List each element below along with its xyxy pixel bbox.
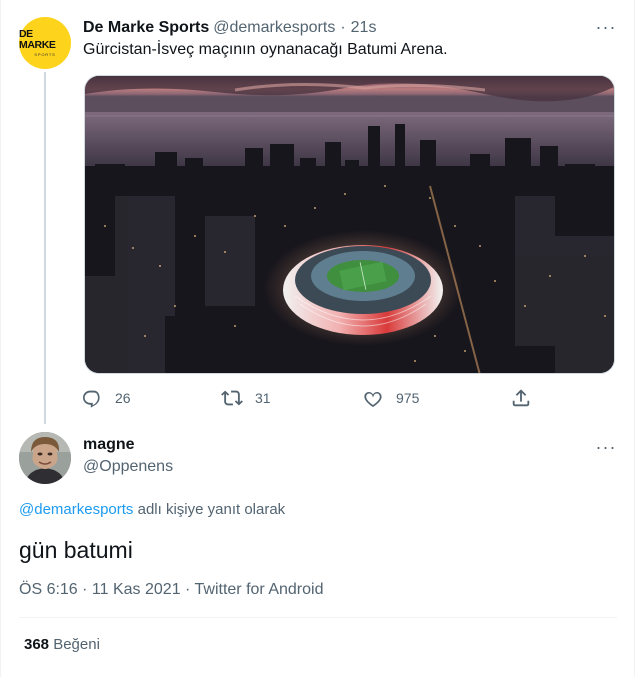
tweet-actions: 26 31 975 xyxy=(81,385,541,411)
retweet-button[interactable]: 31 xyxy=(221,385,271,411)
user-photo xyxy=(19,432,71,484)
like-count: 975 xyxy=(396,390,420,406)
like-button[interactable]: 975 xyxy=(362,385,419,411)
avatar-magne[interactable] xyxy=(19,432,71,484)
more-icon[interactable]: ··· xyxy=(592,16,620,38)
reply-mention-link[interactable]: @demarkesports xyxy=(19,501,133,518)
parent-display-name[interactable]: De Marke Sports xyxy=(83,19,209,37)
more-icon[interactable]: ··· xyxy=(592,436,620,458)
parent-timestamp[interactable]: 21s xyxy=(351,19,377,37)
replying-to: @demarkesports adlı kişiye yanıt olarak xyxy=(19,501,285,518)
reply-handle[interactable]: @Oppenens xyxy=(83,458,173,476)
avatar-logo-text: DE MARKE xyxy=(19,28,56,51)
share-button[interactable] xyxy=(510,385,532,411)
reply-timestamp-source[interactable]: ÖS 6:16 · 11 Kas 2021 · Twitter for Andr… xyxy=(19,581,323,599)
reply-tweet-text: gün batumi xyxy=(19,537,133,563)
reply-icon xyxy=(83,390,100,408)
reply-to-suffix: adlı kişiye yanıt olarak xyxy=(133,501,286,518)
avatar-demarke[interactable]: DE MARKE SPORTS xyxy=(19,17,71,69)
tweet-media-image[interactable] xyxy=(84,75,615,374)
share-icon xyxy=(512,389,530,407)
avatar-logo-subtext: SPORTS xyxy=(34,52,56,57)
parent-tweet-header: De Marke Sports @demarkesports · 21s xyxy=(83,17,376,39)
retweet-icon xyxy=(221,390,243,406)
parent-separator: · xyxy=(340,19,346,36)
likes-label: Beğeni xyxy=(49,636,100,653)
parent-tweet-text: Gürcistan-İsveç maçının oynanacağı Batum… xyxy=(83,41,448,58)
reply-count: 26 xyxy=(115,390,131,406)
likes-stat[interactable]: 368 Beğeni xyxy=(24,636,100,653)
tweet-thread: DE MARKE SPORTS De Marke Sports @demarke… xyxy=(0,0,635,677)
reply-button[interactable]: 26 xyxy=(81,385,131,411)
parent-handle[interactable]: @demarkesports xyxy=(213,19,335,37)
like-icon xyxy=(364,392,382,407)
divider xyxy=(19,617,617,618)
thread-connector-line xyxy=(44,72,46,424)
likes-count: 368 xyxy=(24,636,50,653)
stadium-photo xyxy=(85,76,614,373)
reply-display-name[interactable]: magne xyxy=(83,436,135,454)
retweet-count: 31 xyxy=(255,390,271,406)
